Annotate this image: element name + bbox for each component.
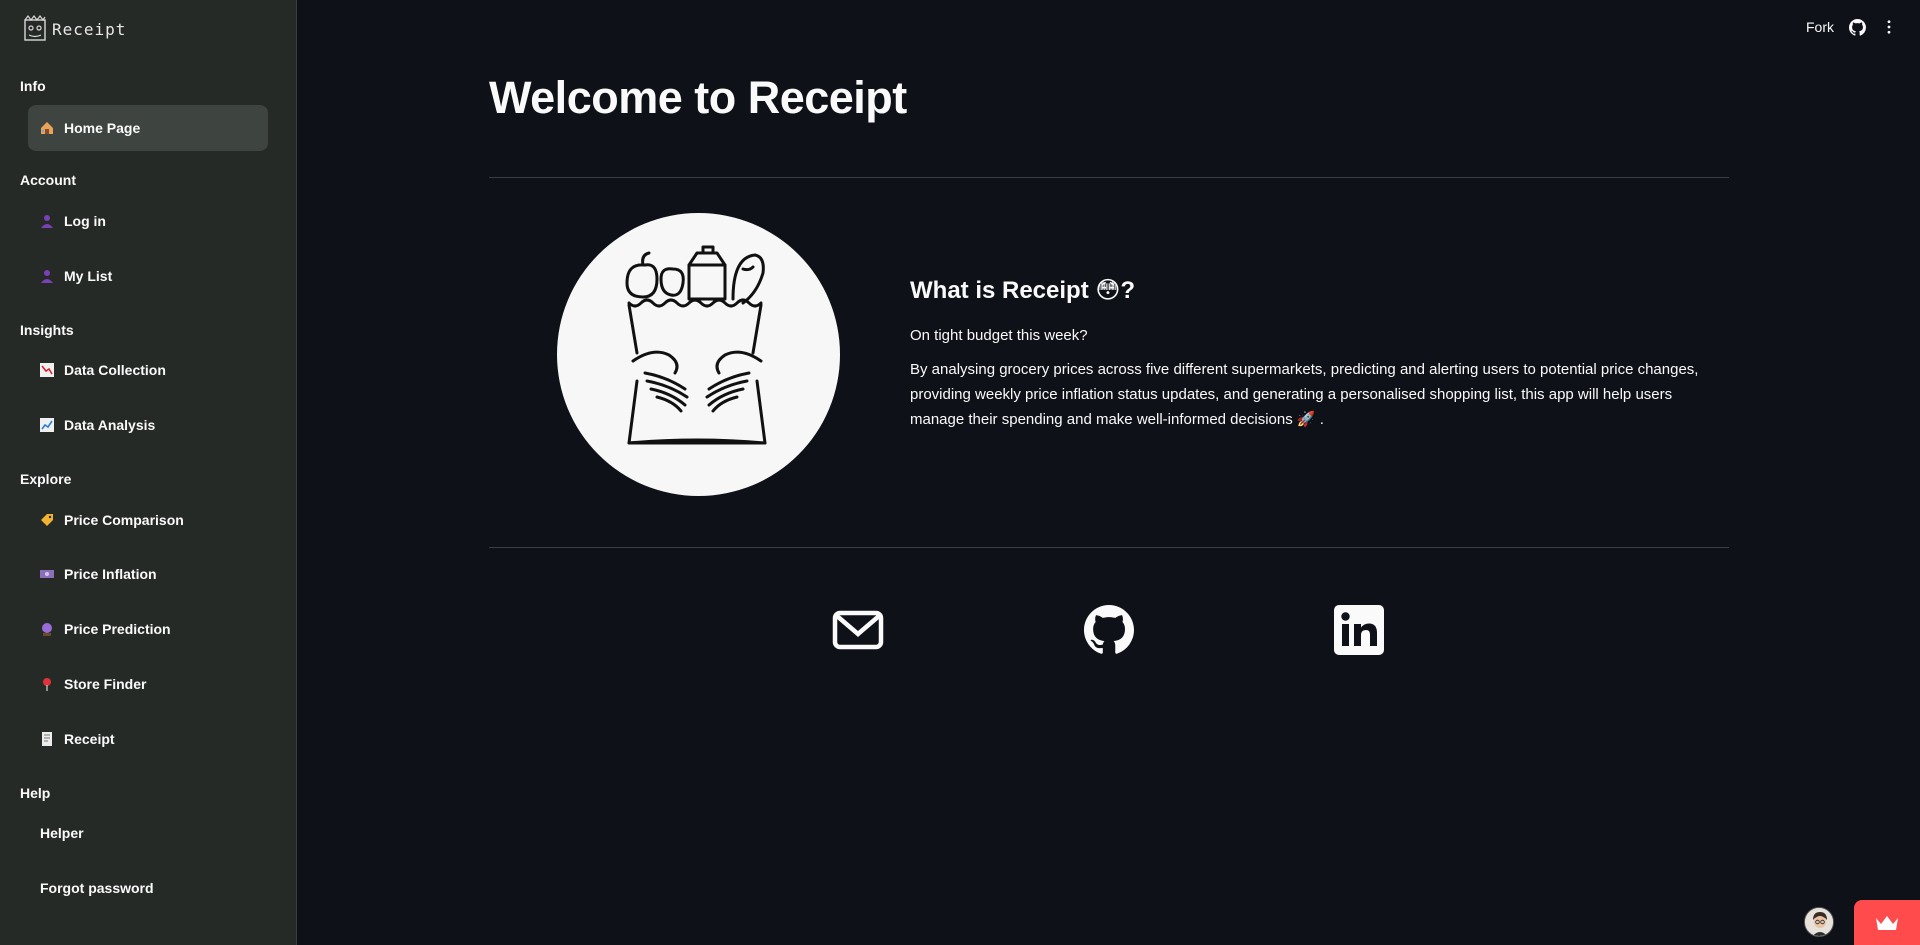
sidebar-item-label: Home Page: [64, 120, 141, 136]
person-icon: [40, 214, 54, 228]
sidebar-item-label: Receipt: [64, 731, 115, 747]
sidebar-item-price-inflation[interactable]: Price Inflation: [28, 551, 268, 597]
pin-icon: [40, 677, 54, 691]
chart-decreasing-icon: [40, 363, 54, 377]
brand-name: Receipt: [52, 19, 127, 39]
crystal-ball-icon: [40, 622, 54, 636]
sidebar-item-my-list[interactable]: My List: [28, 253, 268, 299]
github-icon: [1084, 605, 1134, 654]
house-icon: [40, 121, 54, 135]
receipt-icon: [40, 732, 54, 746]
sidebar-item-receipt[interactable]: Receipt: [28, 716, 268, 762]
section-title-insights: Insights: [20, 322, 74, 338]
linkedin-icon: [1334, 605, 1384, 655]
person-icon: [40, 269, 54, 283]
sidebar-item-label: Helper: [40, 825, 84, 841]
chart-increasing-icon: [40, 418, 54, 432]
sidebar-item-data-collection[interactable]: Data Collection: [28, 347, 268, 393]
divider-top: [489, 177, 1729, 178]
avatar-icon: [1805, 908, 1833, 936]
about-tagline: On tight budget this week?: [910, 327, 1088, 344]
sidebar-item-label: Log in: [64, 213, 106, 229]
sidebar-item-label: Store Finder: [64, 676, 147, 692]
section-title-explore: Explore: [20, 471, 72, 487]
about-description-paragraph: By analysing grocery prices across five …: [910, 357, 1700, 432]
money-icon: [40, 567, 54, 581]
more-vertical-icon[interactable]: [1880, 18, 1898, 36]
sidebar-item-data-analysis[interactable]: Data Analysis: [28, 402, 268, 448]
sidebar-item-helper[interactable]: Helper: [28, 810, 268, 856]
fork-button[interactable]: Fork: [1806, 19, 1834, 35]
about-heading: What is Receipt 😳?: [910, 276, 1700, 305]
flushed-face-icon: 😳: [1095, 277, 1121, 304]
github-link[interactable]: [1083, 604, 1135, 656]
sidebar: Receipt Info Home Page Account Log in My…: [0, 0, 297, 945]
sidebar-item-label: Price Prediction: [64, 621, 171, 637]
topbar: Fork: [1806, 18, 1898, 36]
sidebar-item-price-comparison[interactable]: Price Comparison: [28, 497, 268, 543]
mail-icon: [832, 610, 884, 650]
about-heading-question: ?: [1120, 277, 1136, 304]
sidebar-item-store-finder[interactable]: Store Finder: [28, 661, 268, 707]
about-heading-text: What is Receipt: [910, 277, 1096, 304]
mail-link[interactable]: [832, 604, 884, 656]
linkedin-link[interactable]: [1333, 604, 1385, 656]
streamlit-badge-button[interactable]: [1854, 900, 1920, 945]
github-icon[interactable]: [1848, 18, 1866, 36]
page-title: Welcome to Receipt: [489, 72, 907, 123]
section-title-account: Account: [20, 172, 76, 188]
about-section: What is Receipt 😳? On tight budget this …: [910, 276, 1700, 441]
grocery-bag-illustration: [557, 213, 840, 496]
receipt-logo-icon: [24, 15, 46, 41]
section-title-info: Info: [20, 78, 46, 94]
user-avatar[interactable]: [1804, 907, 1834, 937]
sidebar-item-label: Price Comparison: [64, 512, 184, 528]
sidebar-item-home-page[interactable]: Home Page: [28, 105, 268, 151]
sidebar-item-forgot-password[interactable]: Forgot password: [28, 865, 268, 911]
section-title-help: Help: [20, 785, 51, 801]
divider-bottom: [489, 547, 1729, 548]
sidebar-item-label: Data Analysis: [64, 417, 156, 433]
sidebar-item-label: Data Collection: [64, 362, 166, 378]
sidebar-item-price-prediction[interactable]: Price Prediction: [28, 606, 268, 652]
about-description-end: .: [1315, 411, 1324, 428]
brand[interactable]: Receipt: [22, 14, 126, 44]
rocket-icon: 🚀: [1296, 411, 1316, 428]
sidebar-item-label: My List: [64, 268, 113, 284]
sidebar-item-label: Price Inflation: [64, 566, 157, 582]
app-root: Receipt Info Home Page Account Log in My…: [0, 0, 1920, 945]
sidebar-item-log-in[interactable]: Log in: [28, 198, 268, 244]
label-tag-icon: [40, 513, 54, 527]
sidebar-item-label: Forgot password: [40, 880, 154, 896]
crown-icon: [1876, 915, 1898, 930]
